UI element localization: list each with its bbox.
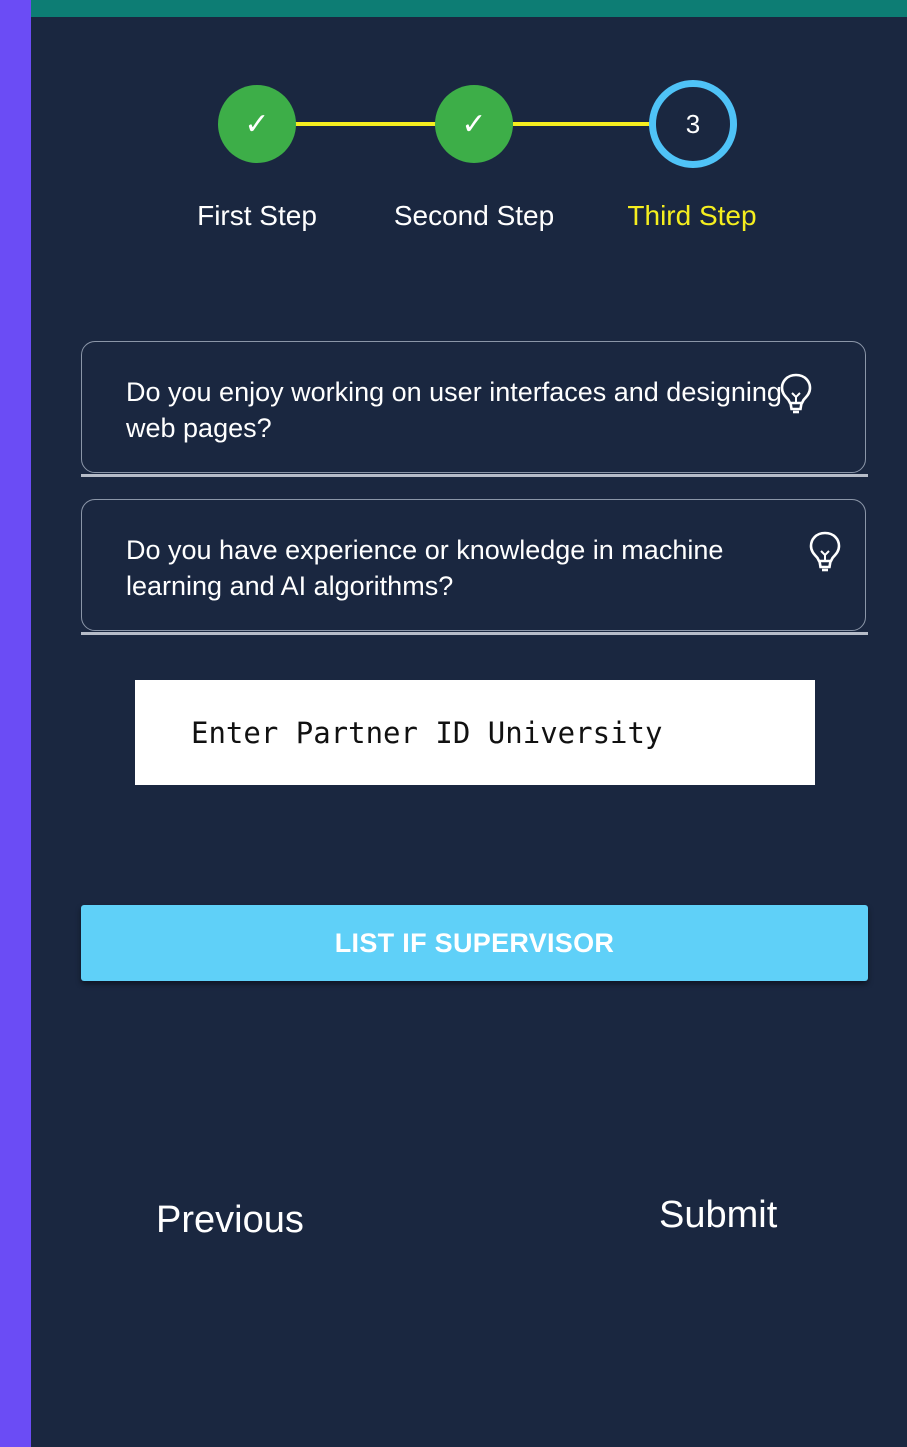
question-text: Do you enjoy working on user interfaces … (126, 377, 782, 443)
step-2-label: Second Step (393, 200, 555, 231)
submit-button[interactable]: Submit (659, 1194, 777, 1237)
partner-id-input[interactable] (135, 680, 815, 785)
step-3-number: 3 (685, 108, 701, 139)
check-icon: ✓ (461, 106, 487, 142)
lightbulb-icon[interactable] (779, 372, 813, 418)
stepper: ✓ ✓ 3 First Step Second Step Third Step (31, 17, 907, 257)
question-text: Do you have experience or knowledge in m… (126, 535, 724, 601)
step-1-indicator[interactable]: ✓ (218, 85, 296, 163)
question-card-2[interactable]: Do you have experience or knowledge in m… (81, 499, 866, 631)
check-icon: ✓ (244, 106, 270, 142)
question-card-1[interactable]: Do you enjoy working on user interfaces … (81, 341, 866, 473)
step-3-label: Third Step (627, 200, 757, 231)
list-supervisor-button[interactable]: LIST IF SUPERVISOR (81, 905, 868, 981)
step-1-label: First Step (197, 200, 317, 231)
step-2-indicator[interactable]: ✓ (435, 85, 513, 163)
previous-button[interactable]: Previous (156, 1199, 304, 1242)
app-screen: ✓ ✓ 3 First Step Second Step Third Step … (31, 0, 907, 1447)
question-divider-2 (81, 632, 868, 635)
lightbulb-icon[interactable] (808, 530, 842, 576)
step-3-indicator[interactable]: 3 (649, 80, 737, 168)
question-divider-1 (81, 474, 868, 477)
